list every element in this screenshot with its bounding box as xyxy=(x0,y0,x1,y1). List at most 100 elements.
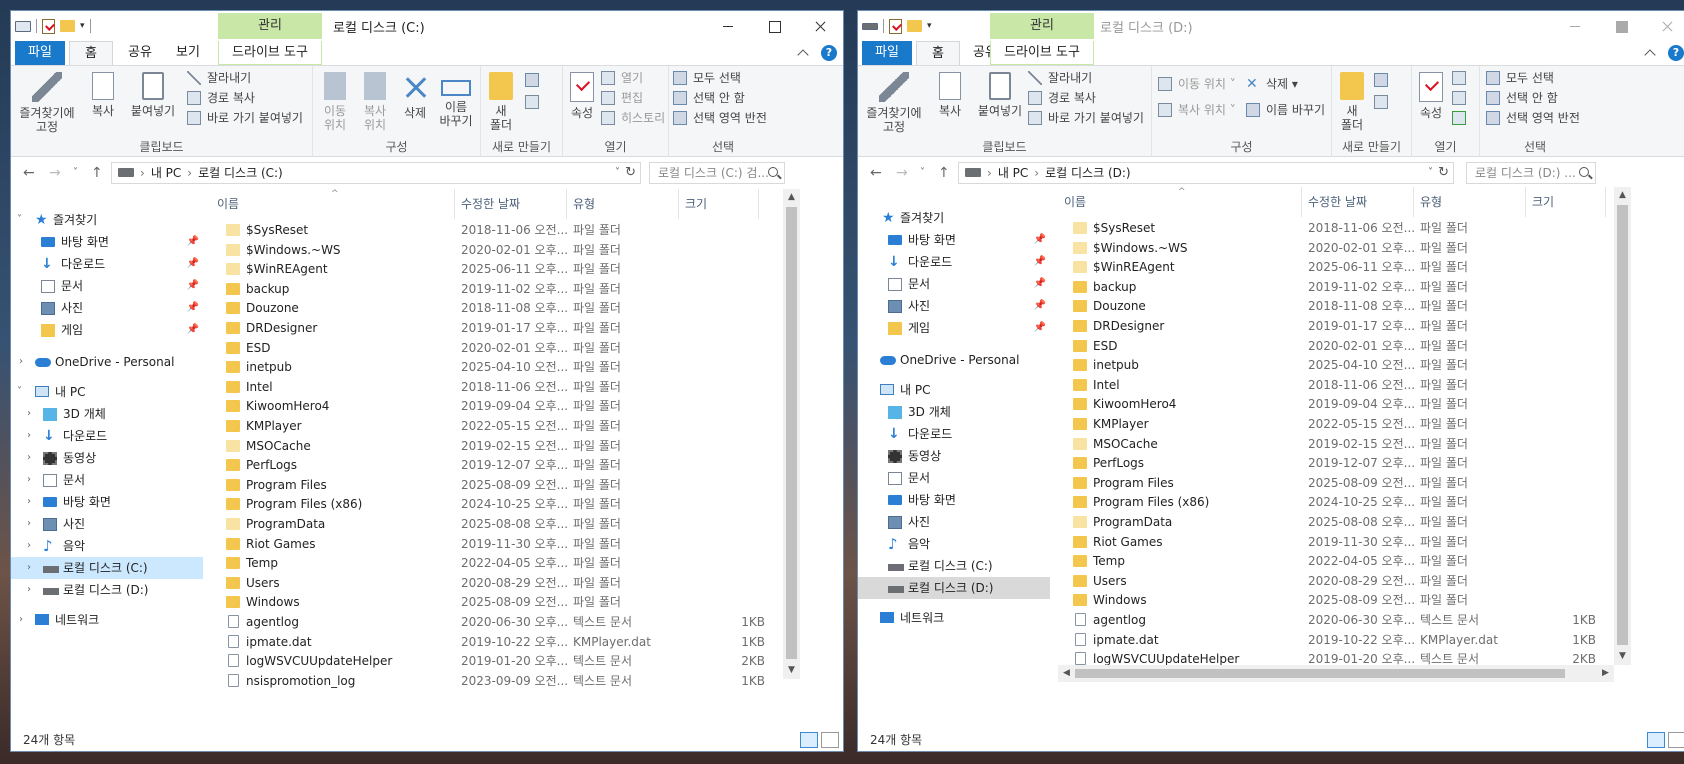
help-icon[interactable]: ? xyxy=(821,45,837,61)
nav-desktop-pinned[interactable]: 바탕 화면 📌 xyxy=(858,229,1050,251)
nav-favorites[interactable]: ˅ ★ 즐겨찾기 xyxy=(11,209,203,231)
scroll-down-icon[interactable]: ▼ xyxy=(1614,648,1631,665)
nav-drive-d[interactable]: › 로컬 디스크 (D:) xyxy=(11,579,203,601)
delete-button[interactable]: ✕ 삭제 ▾ xyxy=(1246,74,1298,94)
table-row[interactable]: DRDesigner 2019-01-17 오후... 파일 폴더 xyxy=(211,318,777,338)
nav-pictures[interactable]: 사진 xyxy=(858,511,1050,533)
nav-documents[interactable]: › 문서 xyxy=(11,469,203,491)
minimize-button[interactable] xyxy=(1552,11,1598,41)
table-row[interactable]: MSOCache 2019-02-15 오전... 파일 폴더 xyxy=(1058,434,1608,454)
refresh-icon[interactable]: ↻ xyxy=(1438,163,1449,183)
select-none-button[interactable]: 선택 안 함 xyxy=(673,88,745,108)
table-row[interactable]: $WinREAgent 2025-06-11 오후... 파일 폴더 xyxy=(211,259,777,279)
table-row[interactable]: Intel 2018-11-06 오전... 파일 폴더 xyxy=(1058,375,1608,395)
nav-3d-objects[interactable]: 3D 개체 xyxy=(858,401,1050,423)
easy-access-button[interactable] xyxy=(525,92,555,112)
table-row[interactable]: ESD 2020-02-01 오후... 파일 폴더 xyxy=(1058,336,1608,356)
move-to-button[interactable]: 이동 위치 ˅ xyxy=(1158,74,1236,94)
table-row[interactable]: ipmate.dat 2019-10-22 오후... KMPlayer.dat 1K… xyxy=(1058,630,1608,650)
table-row[interactable]: PerfLogs 2019-12-07 오후... 파일 폴더 xyxy=(211,455,777,475)
tab-home[interactable]: 홈 xyxy=(69,41,113,65)
nav-games-pinned[interactable]: 게임 📌 xyxy=(858,317,1050,339)
scroll-right-icon[interactable]: ▶ xyxy=(1597,665,1614,682)
nav-onedrive[interactable]: › OneDrive - Personal xyxy=(11,351,203,373)
table-row[interactable]: ProgramData 2025-08-08 오후... 파일 폴더 xyxy=(211,514,777,534)
search-input[interactable]: 로컬 디스크 (D:) ... xyxy=(1466,162,1596,184)
easy-access-button[interactable] xyxy=(1374,92,1404,112)
col-type[interactable]: 유형 xyxy=(567,189,679,219)
pc-icon[interactable] xyxy=(15,20,31,32)
large-icons-view-icon[interactable] xyxy=(1668,732,1684,748)
col-size[interactable]: 크기 xyxy=(1526,187,1606,217)
tab-home[interactable]: 홈 xyxy=(916,41,960,65)
open-button[interactable] xyxy=(1452,68,1476,88)
copy-button[interactable]: 복사 xyxy=(930,70,970,118)
table-row[interactable]: $WinREAgent 2025-06-11 오후... 파일 폴더 xyxy=(1058,257,1608,277)
tab-file[interactable]: 파일 xyxy=(15,41,65,65)
col-modified[interactable]: 수정한 날짜 xyxy=(1302,187,1414,217)
col-modified[interactable]: 수정한 날짜 xyxy=(455,189,567,219)
table-row[interactable]: ESD 2020-02-01 오후... 파일 폴더 xyxy=(211,338,777,358)
paste-button[interactable]: 붙여넣기 xyxy=(972,70,1028,118)
nav-downloads-pinned[interactable]: ↓ 다운로드 📌 xyxy=(858,251,1050,273)
table-row[interactable]: Program Files (x86) 2024-10-25 오후... 파일 폴더 xyxy=(1058,492,1608,512)
address-dropdown-icon[interactable]: ˅ xyxy=(1428,163,1433,183)
table-row[interactable]: inetpub 2025-04-10 오전... 파일 폴더 xyxy=(211,357,777,377)
collapse-ribbon-icon[interactable] xyxy=(1644,49,1656,61)
select-all-button[interactable]: 모두 선택 xyxy=(673,68,741,88)
nav-downloads[interactable]: ↓ 다운로드 xyxy=(858,423,1050,445)
help-icon[interactable]: ? xyxy=(1668,45,1684,61)
invert-selection-button[interactable]: 선택 영역 반전 xyxy=(1486,108,1580,128)
properties-button[interactable]: 속성 xyxy=(565,70,599,120)
vertical-scrollbar[interactable]: ▲ ▼ xyxy=(783,189,800,679)
nav-videos[interactable]: › 동영상 xyxy=(11,447,203,469)
table-row[interactable]: Riot Games 2019-11-30 오후... 파일 폴더 xyxy=(1058,532,1608,552)
select-all-button[interactable]: 모두 선택 xyxy=(1486,68,1554,88)
table-row[interactable]: Users 2020-08-29 오전... 파일 폴더 xyxy=(211,573,777,593)
table-row[interactable]: Windows 2025-08-09 오전... 파일 폴더 xyxy=(211,592,777,612)
table-row[interactable]: Riot Games 2019-11-30 오후... 파일 폴더 xyxy=(211,534,777,554)
copy-path-button[interactable]: 경로 복사 xyxy=(187,88,255,108)
nav-desktop[interactable]: › 바탕 화면 xyxy=(11,491,203,513)
nav-drive-c[interactable]: 로컬 디스크 (C:) xyxy=(858,555,1050,577)
nav-music[interactable]: › ♪ 음악 xyxy=(11,535,203,557)
large-icons-view-icon[interactable] xyxy=(821,732,839,748)
refresh-icon[interactable]: ↻ xyxy=(625,163,636,183)
nav-this-pc[interactable]: 내 PC xyxy=(858,379,1050,401)
table-row[interactable]: KMPlayer 2022-05-15 오전... 파일 폴더 xyxy=(211,416,777,436)
nav-downloads[interactable]: › ↓ 다운로드 xyxy=(11,425,203,447)
table-row[interactable]: Program Files 2025-08-09 오전... 파일 폴더 xyxy=(1058,473,1608,493)
cut-button[interactable]: 잘라내기 xyxy=(187,68,251,88)
tab-share[interactable]: 공유 xyxy=(117,41,163,65)
table-row[interactable]: DRDesigner 2019-01-17 오후... 파일 폴더 xyxy=(1058,316,1608,336)
breadcrumb-drive[interactable]: 로컬 디스크 (D:) xyxy=(1045,166,1130,180)
scroll-thumb[interactable] xyxy=(1617,205,1628,645)
nav-network[interactable]: › 네트워크 xyxy=(11,609,203,631)
rename-button[interactable]: 이름 바꾸기 xyxy=(435,70,477,128)
table-row[interactable]: ipmate.dat 2019-10-22 오후... KMPlayer.dat 1K… xyxy=(211,632,777,652)
forward-button[interactable]: → xyxy=(896,165,908,181)
paste-shortcut-button[interactable]: 바로 가기 붙여넣기 xyxy=(187,108,303,128)
vertical-scrollbar[interactable]: ▲ ▼ xyxy=(1614,187,1631,665)
up-button[interactable]: ↑ xyxy=(938,165,950,181)
rename-button[interactable]: 이름 바꾸기 xyxy=(1246,100,1325,120)
copy-to-button[interactable]: 복사 위치 xyxy=(355,70,395,132)
tab-drive-tools[interactable]: 드라이브 도구 xyxy=(218,41,322,65)
address-box[interactable]: › 내 PC › 로컬 디스크 (D:) ˅ ↻ xyxy=(958,162,1454,184)
nav-3d-objects[interactable]: › 3D 개체 xyxy=(11,403,203,425)
table-row[interactable]: $SysReset 2018-11-06 오전... 파일 폴더 xyxy=(211,220,777,240)
nav-drive-d[interactable]: 로컬 디스크 (D:) xyxy=(858,577,1050,599)
nav-pictures-pinned[interactable]: 사진 📌 xyxy=(11,297,203,319)
scroll-left-icon[interactable]: ◀ xyxy=(1058,665,1075,682)
table-row[interactable]: KiwoomHero4 2019-09-04 오후... 파일 폴더 xyxy=(211,396,777,416)
forward-button[interactable]: → xyxy=(49,165,61,181)
cut-button[interactable]: 잘라내기 xyxy=(1028,68,1092,88)
table-row[interactable]: Douzone 2018-11-08 오후... 파일 폴더 xyxy=(211,298,777,318)
collapse-ribbon-icon[interactable] xyxy=(797,49,809,61)
delete-button[interactable]: 삭제 xyxy=(397,70,433,120)
tab-view[interactable]: 보기 xyxy=(165,41,211,65)
table-row[interactable]: MSOCache 2019-02-15 오전... 파일 폴더 xyxy=(211,436,777,456)
close-button[interactable] xyxy=(1644,11,1684,41)
table-row[interactable]: backup 2019-11-02 오후... 파일 폴더 xyxy=(211,279,777,299)
table-row[interactable]: Douzone 2018-11-08 오후... 파일 폴더 xyxy=(1058,296,1608,316)
